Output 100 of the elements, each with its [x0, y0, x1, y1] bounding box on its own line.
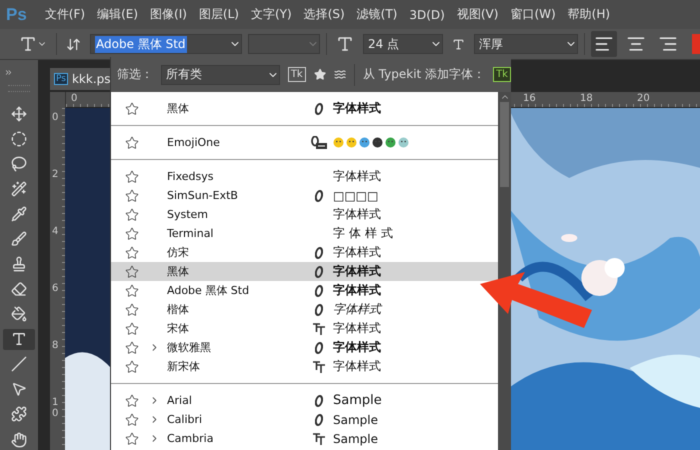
- menu-item[interactable]: 编辑(E): [91, 6, 144, 23]
- font-sample: Sample: [333, 412, 378, 426]
- menu-item[interactable]: 视图(V): [450, 6, 504, 23]
- font-size-field[interactable]: 24 点: [363, 34, 443, 54]
- type-icon[interactable]: [3, 328, 35, 350]
- opentype-icon: [315, 266, 323, 278]
- emoji-icon: [346, 137, 357, 148]
- text-orientation-icon[interactable]: [66, 36, 81, 52]
- font-name[interactable]: Cambria: [167, 432, 307, 445]
- favorite-star-icon[interactable]: [125, 340, 139, 354]
- opentype-icon: [315, 394, 323, 406]
- font-name[interactable]: 黑体: [167, 101, 307, 116]
- svg-font-icon: [311, 136, 327, 149]
- font-sample: 字体样式: [333, 358, 381, 375]
- ruler-label: 6: [52, 283, 58, 294]
- type-tool-icon[interactable]: [19, 35, 37, 53]
- font-sample: 字体样式: [333, 301, 381, 318]
- menu-item[interactable]: 图像(I): [144, 6, 193, 23]
- favorite-star-icon[interactable]: [125, 412, 139, 426]
- favorite-star-icon[interactable]: [125, 264, 139, 278]
- favorite-star-icon[interactable]: [125, 226, 139, 240]
- ruler-label: 10: [52, 397, 58, 419]
- typekit-filter-button[interactable]: Tk: [288, 67, 306, 82]
- menu-item[interactable]: 窗口(W): [504, 6, 562, 23]
- ruler-label: 18: [580, 93, 593, 104]
- font-name[interactable]: 微软雅黑: [167, 340, 307, 355]
- ruler-label: 20: [637, 93, 650, 104]
- ruler-label: 0: [52, 112, 58, 123]
- opentype-icon: [315, 414, 323, 426]
- font-size-icon: [336, 35, 354, 53]
- emoji-icon: [359, 137, 370, 148]
- emoji-icon: [398, 137, 409, 148]
- anti-alias-dropdown[interactable]: 浑厚: [474, 34, 578, 54]
- menu-item[interactable]: 文件(F): [38, 6, 92, 23]
- scrollbar[interactable]: [498, 92, 511, 450]
- favorite-star-icon[interactable]: [125, 246, 139, 260]
- opentype-icon: [315, 190, 323, 202]
- font-name[interactable]: 宋体: [167, 321, 307, 336]
- favorite-star-icon[interactable]: [125, 360, 139, 374]
- font-sample: 字体样式: [333, 320, 381, 337]
- font-sample: 字体样式: [333, 339, 381, 356]
- font-sample: Sample: [333, 432, 378, 446]
- font-name[interactable]: 楷体: [167, 302, 307, 317]
- collapse-icon[interactable]: [4, 68, 13, 77]
- font-name[interactable]: 仿宋: [167, 245, 307, 260]
- favorite-star-icon[interactable]: [125, 170, 139, 184]
- menu-item[interactable]: 选择(S): [298, 6, 351, 23]
- font-name[interactable]: Adobe 黑体 Std: [167, 283, 307, 298]
- align-left-button[interactable]: [591, 31, 617, 57]
- font-sample: 字体样式: [333, 225, 397, 242]
- opentype-icon: [315, 246, 323, 258]
- document-title: kkk.ps: [72, 72, 110, 86]
- app-logo: Ps: [6, 4, 27, 24]
- ruler-label: 4: [52, 226, 58, 237]
- opentype-icon: [315, 342, 323, 354]
- font-sample: Sample: [333, 393, 382, 408]
- font-name[interactable]: Terminal: [167, 227, 307, 240]
- ruler-label: 8: [52, 340, 58, 351]
- ruler-label: 16: [523, 93, 536, 104]
- favorite-star-icon[interactable]: [125, 208, 139, 222]
- menu-item[interactable]: 帮助(H): [562, 6, 616, 23]
- text-color-swatch[interactable]: [692, 34, 700, 54]
- font-family-field[interactable]: Adobe 黑体 Std: [90, 34, 242, 54]
- emoji-icon: [372, 137, 383, 148]
- scroll-thumb[interactable]: [500, 102, 509, 187]
- anti-alias-icon: [452, 38, 465, 50]
- favorite-star-icon[interactable]: [125, 394, 139, 408]
- font-name[interactable]: System: [167, 208, 307, 221]
- opentype-icon: [315, 304, 323, 316]
- favorites-filter-icon[interactable]: [314, 67, 326, 82]
- font-sample: 字体样式: [333, 100, 381, 117]
- font-name[interactable]: SimSun-ExtB: [167, 189, 307, 202]
- favorite-star-icon[interactable]: [125, 284, 139, 298]
- favorite-star-icon[interactable]: [125, 136, 139, 150]
- font-name[interactable]: Fixedsys: [167, 170, 307, 183]
- menu-item[interactable]: 3D(D): [403, 8, 451, 22]
- menu-item[interactable]: 文字(Y): [244, 6, 298, 23]
- font-name[interactable]: EmojiOne: [167, 136, 307, 149]
- favorite-star-icon[interactable]: [125, 188, 139, 202]
- emoji-icon: [385, 137, 396, 148]
- ps-file-icon: Ps: [54, 73, 68, 85]
- opentype-icon: [315, 284, 323, 296]
- favorite-star-icon[interactable]: [125, 102, 139, 116]
- truetype-icon: [312, 360, 326, 372]
- font-class-dropdown[interactable]: 所有类: [161, 64, 280, 84]
- favorite-star-icon[interactable]: [125, 432, 139, 446]
- font-sample: 字体样式: [333, 244, 381, 261]
- typekit-button[interactable]: Tk: [493, 67, 511, 82]
- typekit-add-label: 从 Typekit 添加字体：: [362, 66, 486, 83]
- font-name[interactable]: Arial: [167, 394, 307, 407]
- truetype-icon: [312, 432, 326, 444]
- font-name[interactable]: 黑体: [167, 264, 307, 279]
- font-name[interactable]: Calibri: [167, 413, 307, 426]
- menu-item[interactable]: 滤镜(T): [350, 6, 404, 23]
- font-sample: 字体样式: [333, 263, 381, 280]
- menu-item[interactable]: 图层(L): [192, 6, 245, 23]
- favorite-star-icon[interactable]: [125, 302, 139, 316]
- ruler-label: 2: [52, 169, 58, 180]
- favorite-star-icon[interactable]: [125, 322, 139, 336]
- font-name[interactable]: 新宋体: [167, 359, 307, 374]
